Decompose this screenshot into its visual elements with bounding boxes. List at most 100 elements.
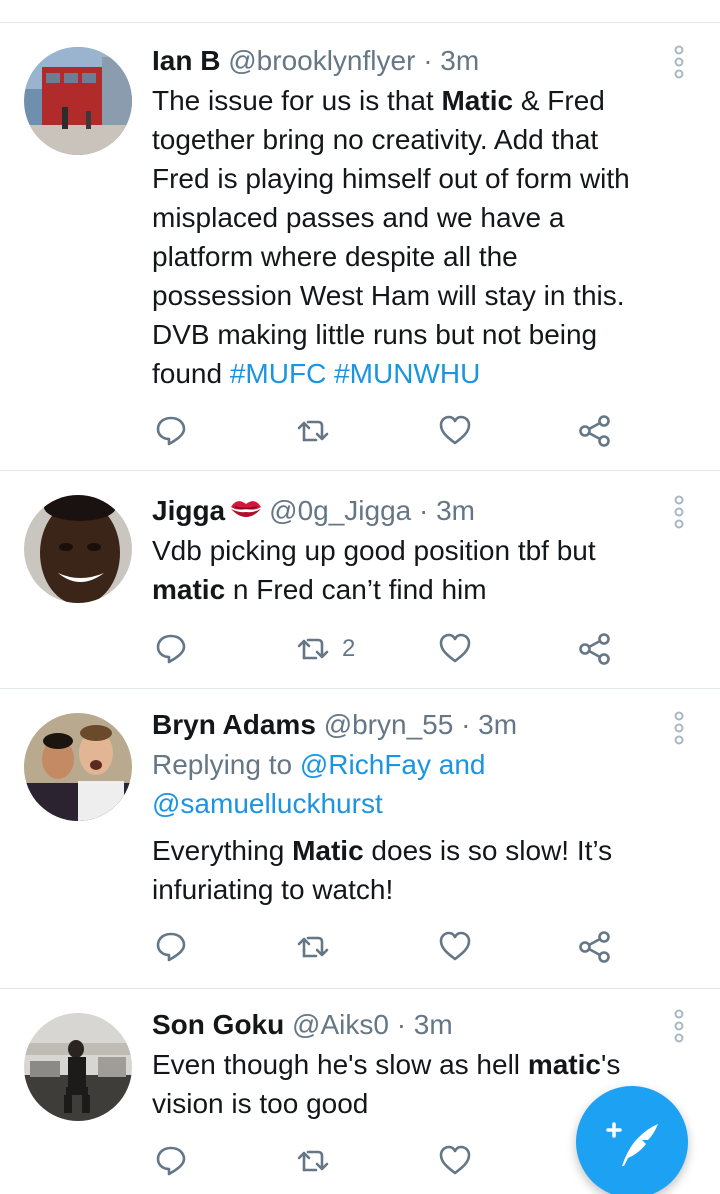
highlighted-keyword: matic xyxy=(152,574,226,605)
kiss-mark-emoji xyxy=(231,501,262,517)
tweet[interactable]: Bryn Adams @bryn_55 · 3m Replying to @Ri… xyxy=(0,689,720,989)
body-text: possession West Ham will stay in this. xyxy=(152,280,625,311)
tweet-actions xyxy=(152,927,632,967)
tweet-body: Everything Matic does is so slow! It’s in… xyxy=(152,831,676,909)
body-text: Vdb picking up good position tbf but xyxy=(152,535,596,566)
tweet-header: Ian B @brooklynflyer · 3m xyxy=(152,43,676,79)
tweet-body-line: misplaced passes and we have a xyxy=(152,198,676,237)
tweet-body-line: platform where despite all the xyxy=(152,237,676,276)
tweet-header: Jigga @0g_Jigga · 3m xyxy=(152,493,676,529)
tweet-body-line: Vdb picking up good position tbf but xyxy=(152,531,676,570)
handle[interactable]: @brooklynflyer xyxy=(228,45,415,76)
body-text: infuriating to watch! xyxy=(152,874,394,905)
retweet-button[interactable] xyxy=(296,411,342,451)
reply-icon xyxy=(154,414,188,448)
reply-button[interactable] xyxy=(154,629,188,669)
more-options-icon[interactable] xyxy=(670,711,688,745)
retweet-icon xyxy=(296,414,330,448)
reply-icon xyxy=(154,632,188,666)
avatar[interactable] xyxy=(24,713,132,821)
display-name[interactable]: Bryn Adams xyxy=(152,709,316,740)
hashtag-link[interactable]: #MUFC #MUNWHU xyxy=(230,358,480,389)
handle[interactable]: @Aiks0 xyxy=(292,1009,389,1040)
tweet-body-line: Even though he's slow as hell matic's xyxy=(152,1045,676,1084)
reply-mention-link[interactable]: @samuelluckhurst xyxy=(152,788,383,819)
body-text: together bring no creativity. Add that xyxy=(152,124,599,155)
retweet-count: 2 xyxy=(342,635,356,662)
tweet-body: Vdb picking up good position tbf but mati… xyxy=(152,531,676,609)
tweet-header: Bryn Adams @bryn_55 · 3m xyxy=(152,707,676,743)
display-name[interactable]: Ian B xyxy=(152,45,220,76)
handle[interactable]: @bryn_55 xyxy=(324,709,454,740)
highlighted-keyword: matic xyxy=(527,1049,601,1080)
compose-tweet-icon xyxy=(606,1122,658,1166)
more-options-icon[interactable] xyxy=(670,45,688,79)
more-options-icon[interactable] xyxy=(670,1009,688,1043)
body-text: The issue for us is that xyxy=(152,85,442,116)
tweet-body-line: DVB making little runs but not being xyxy=(152,315,676,354)
body-text: n Fred can’t find him xyxy=(225,574,487,605)
share-icon xyxy=(578,930,612,964)
like-icon xyxy=(438,930,472,964)
timestamp: · 3m xyxy=(419,495,475,526)
body-text: found xyxy=(152,358,230,389)
like-icon xyxy=(438,632,472,666)
reply-mention-link[interactable]: @RichFay and xyxy=(300,749,486,780)
share-button[interactable] xyxy=(578,629,612,669)
body-text: Everything xyxy=(152,835,293,866)
body-text: Even though he's slow as hell xyxy=(152,1049,528,1080)
timestamp: · 3m xyxy=(461,709,518,740)
tweet-body-line: possession West Ham will stay in this. xyxy=(152,276,676,315)
handle[interactable]: @0g_Jigga xyxy=(269,495,411,526)
like-button[interactable] xyxy=(438,629,472,669)
body-text: does is so slow! It’s xyxy=(363,835,613,866)
retweet-icon xyxy=(296,632,330,666)
more-options-icon[interactable] xyxy=(670,495,688,529)
tweet-body-line: found #MUFC #MUNWHU xyxy=(152,354,676,393)
reply-button[interactable] xyxy=(154,411,188,451)
tweet-body-line: The issue for us is that Matic & Fred xyxy=(152,81,676,120)
avatar[interactable] xyxy=(24,47,132,155)
body-text: platform where despite all the xyxy=(152,241,518,272)
body-text: misplaced passes and we have a xyxy=(152,202,565,233)
reply-button[interactable] xyxy=(154,927,188,967)
retweet-button[interactable] xyxy=(296,1141,342,1181)
highlighted-keyword: Matic xyxy=(292,835,364,866)
tweet-body-line: Everything Matic does is so slow! It’s xyxy=(152,831,676,870)
display-name[interactable]: Jigga xyxy=(152,495,225,526)
tweet-actions xyxy=(152,1141,632,1181)
retweet-button[interactable] xyxy=(296,927,342,967)
tweet-body-line: matic n Fred can’t find him xyxy=(152,570,676,609)
retweet-button[interactable]: 2 xyxy=(296,629,355,669)
tweet-body-line: Fred is playing himself out of form with xyxy=(152,159,676,198)
timestamp: · 3m xyxy=(396,1009,453,1040)
body-text: & Fred xyxy=(513,85,605,116)
tweet-actions xyxy=(152,411,632,451)
share-button[interactable] xyxy=(578,411,612,451)
tweet-header: Son Goku @Aiks0 · 3m xyxy=(152,1007,676,1043)
display-name[interactable]: Son Goku xyxy=(152,1009,284,1040)
like-button[interactable] xyxy=(438,1141,472,1181)
retweet-icon xyxy=(296,930,330,964)
reply-icon xyxy=(154,930,188,964)
retweet-icon xyxy=(296,1144,330,1178)
tweet[interactable]: Jigga @0g_Jigga · 3m Vdb picking up good … xyxy=(0,471,720,689)
body-text: DVB making little runs but not being xyxy=(152,319,598,350)
tweet-actions: 2 xyxy=(152,629,632,669)
like-icon xyxy=(438,414,472,448)
reply-button[interactable] xyxy=(154,1141,188,1181)
like-button[interactable] xyxy=(438,411,472,451)
replying-to: Replying to @RichFay and @samuelluckhurs… xyxy=(152,745,676,823)
tweet-body-line: infuriating to watch! xyxy=(152,870,676,909)
avatar[interactable] xyxy=(24,1013,132,1121)
tweet-body: The issue for us is that Matic & Fred tog… xyxy=(152,81,676,393)
highlighted-keyword: Matic xyxy=(441,85,514,116)
like-button[interactable] xyxy=(438,927,472,967)
body-text: Fred is playing himself out of form with xyxy=(152,163,630,194)
like-icon xyxy=(438,1144,472,1178)
compose-tweet-button[interactable] xyxy=(576,1086,688,1194)
replying-to-label: Replying to xyxy=(152,749,300,780)
tweet[interactable]: Ian B @brooklynflyer · 3m The issue for … xyxy=(0,23,720,471)
avatar[interactable] xyxy=(24,495,132,603)
share-button[interactable] xyxy=(578,927,612,967)
